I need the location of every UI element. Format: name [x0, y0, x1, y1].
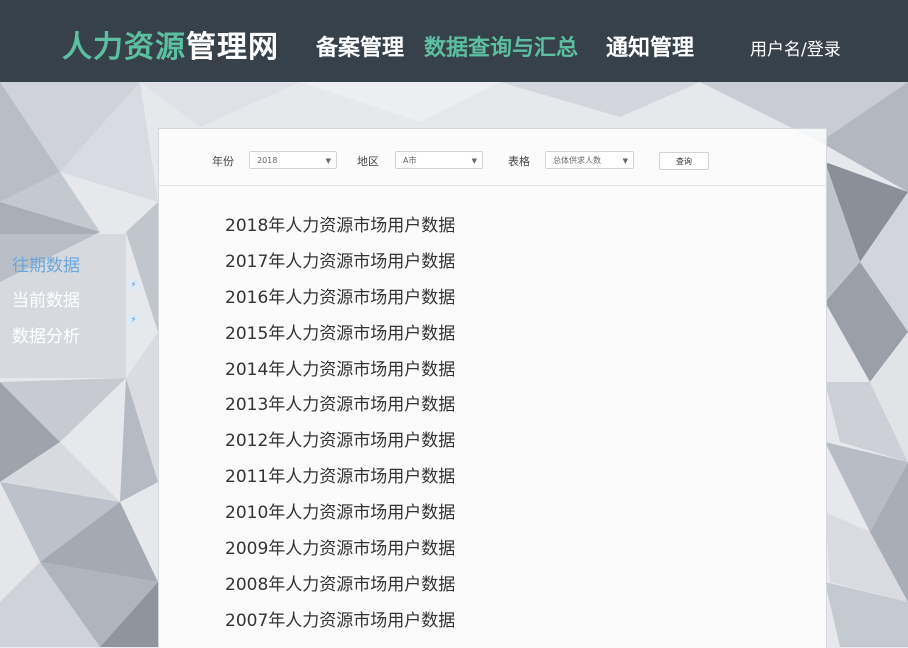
report-item[interactable]: 2011年人力资源市场用户数据 [225, 465, 455, 501]
report-list: 2018年人力资源市场用户数据 2017年人力资源市场用户数据 2016年人力资… [225, 214, 455, 645]
query-button[interactable]: 查询 [659, 152, 709, 170]
region-label: 地区 [357, 155, 379, 168]
report-item[interactable]: 2015年人力资源市场用户数据 [225, 322, 455, 358]
expand-arrow-icon[interactable]: ⚡ [128, 279, 139, 290]
report-item[interactable]: 2014年人力资源市场用户数据 [225, 358, 455, 394]
table-label: 表格 [508, 155, 530, 168]
region-select-value: A市 [403, 156, 417, 165]
sidebar-item-data-analysis[interactable]: 数据分析 [12, 322, 80, 347]
year-select-value: 2018 [257, 156, 278, 165]
chevron-down-icon: ▼ [471, 157, 477, 165]
nav-record-management[interactable]: 备案管理 [316, 30, 404, 62]
filter-bar: 年份 2018 ▼ 地区 A市 ▼ 表格 总体供求人数 ▼ 查询 [159, 129, 826, 186]
year-label: 年份 [212, 155, 234, 168]
report-item[interactable]: 2007年人力资源市场用户数据 [225, 609, 455, 645]
sidebar: 往期数据 当前数据 数据分析 [0, 234, 126, 378]
nav-data-query[interactable]: 数据查询与汇总 [424, 30, 578, 62]
table-select[interactable]: 总体供求人数 ▼ [545, 151, 634, 169]
report-item[interactable]: 2010年人力资源市场用户数据 [225, 501, 455, 537]
user-login-link[interactable]: 用户名/登录 [750, 35, 841, 60]
report-item[interactable]: 2018年人力资源市场用户数据 [225, 214, 455, 250]
chevron-down-icon: ▼ [622, 157, 628, 165]
expand-arrow-icon[interactable]: ⚡ [128, 314, 139, 325]
report-item[interactable]: 2009年人力资源市场用户数据 [225, 537, 455, 573]
main-panel: 年份 2018 ▼ 地区 A市 ▼ 表格 总体供求人数 ▼ 查询 2018年人力… [158, 128, 827, 648]
report-item[interactable]: 2012年人力资源市场用户数据 [225, 429, 455, 465]
logo-part-2: 管理网 [186, 30, 279, 65]
site-logo[interactable]: 人力资源管理网 [62, 22, 279, 66]
year-select[interactable]: 2018 ▼ [249, 151, 337, 169]
report-item[interactable]: 2013年人力资源市场用户数据 [225, 393, 455, 429]
report-item[interactable]: 2016年人力资源市场用户数据 [225, 286, 455, 322]
table-select-value: 总体供求人数 [553, 156, 601, 165]
sidebar-item-current-data[interactable]: 当前数据 [12, 286, 80, 311]
logo-part-1: 人力资源 [62, 30, 186, 65]
report-item[interactable]: 2017年人力资源市场用户数据 [225, 250, 455, 286]
nav-notice-management[interactable]: 通知管理 [606, 30, 694, 62]
top-header: 人力资源管理网 备案管理 数据查询与汇总 通知管理 用户名/登录 [0, 0, 908, 82]
chevron-down-icon: ▼ [325, 157, 331, 165]
region-select[interactable]: A市 ▼ [395, 151, 483, 169]
report-item[interactable]: 2008年人力资源市场用户数据 [225, 573, 455, 609]
sidebar-item-past-data[interactable]: 往期数据 [12, 251, 80, 276]
